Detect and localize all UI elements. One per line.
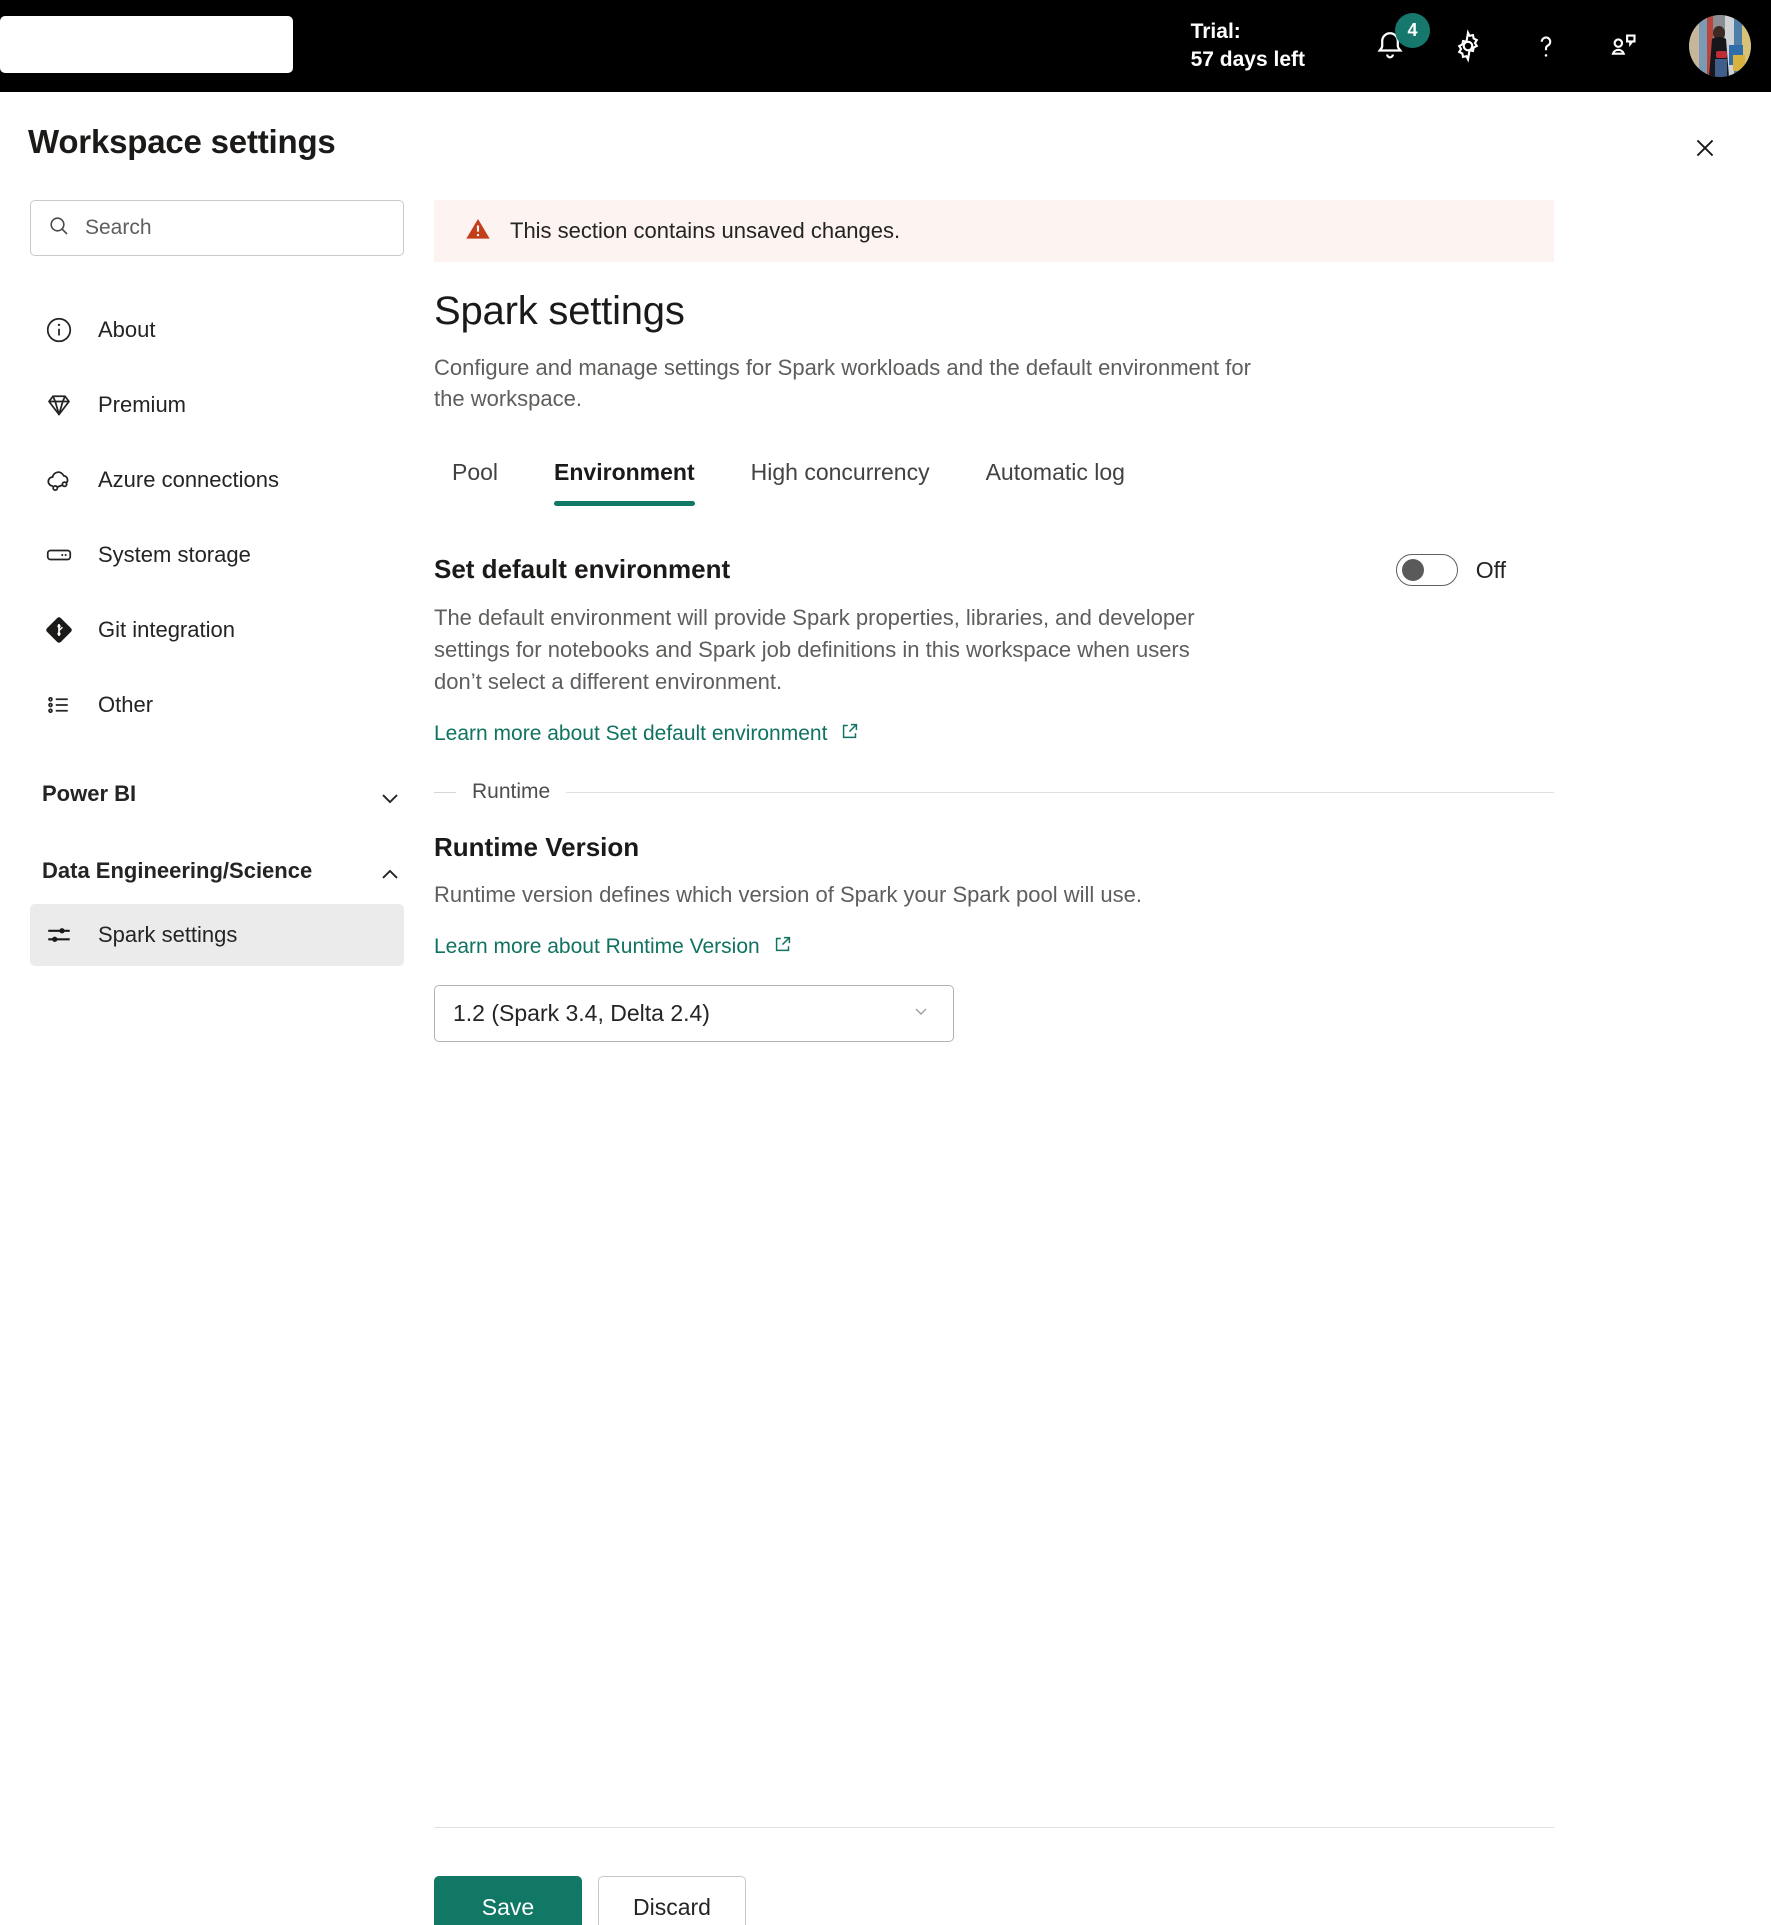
tab-pool[interactable]: Pool — [434, 459, 526, 506]
gear-icon — [1451, 29, 1485, 63]
default-environment-title: Set default environment — [434, 554, 731, 585]
trial-status: Trial: 57 days left — [1191, 18, 1305, 73]
sidebar-item-label: About — [98, 316, 156, 342]
chevron-up-icon — [376, 861, 404, 894]
sidebar-item-label: Premium — [98, 391, 187, 417]
default-environment-section: Set default environment Off — [434, 554, 1554, 587]
settings-body: About Premium Azure connections — [0, 170, 1771, 1925]
toggle-knob — [1401, 559, 1424, 582]
sidebar-item-git-integration[interactable]: Git integration — [0, 592, 434, 667]
runtime-version-selected-value: 1.2 (Spark 3.4, Delta 2.4) — [453, 1000, 710, 1027]
git-icon — [42, 613, 76, 647]
discard-button-label: Discard — [633, 1893, 711, 1920]
close-icon — [1692, 135, 1718, 166]
diamond-icon — [42, 388, 76, 422]
tab-label: Pool — [452, 459, 499, 486]
runtime-divider-label: Runtime — [472, 780, 551, 804]
unsaved-changes-alert: This section contains unsaved changes. — [434, 200, 1554, 262]
search-input[interactable] — [85, 216, 387, 240]
sidebar-group-label: Data Engineering/Science — [42, 858, 313, 883]
section-heading: Spark settings — [434, 289, 685, 333]
page-title: Workspace settings — [28, 123, 336, 160]
external-link-icon — [772, 933, 794, 961]
global-top-bar: Trial: 57 days left 4 — [0, 0, 1771, 92]
sidebar-item-system-storage[interactable]: System storage — [0, 517, 434, 592]
sidebar-item-spark-settings[interactable]: Spark settings — [30, 904, 404, 966]
sidebar-group-power-bi[interactable]: Power BI — [0, 778, 434, 817]
sidebar-item-about[interactable]: About — [0, 292, 434, 367]
cloud-link-icon — [42, 463, 76, 497]
top-bar-actions: Trial: 57 days left 4 — [1191, 0, 1751, 92]
search-icon — [47, 214, 71, 243]
divider-rule — [566, 791, 1554, 793]
learn-more-default-environment-link[interactable]: Learn more about Set default environment — [434, 720, 861, 748]
feedback-button[interactable] — [1585, 0, 1663, 92]
sidebar-group-label: Power BI — [42, 781, 137, 806]
tab-high-concurrency[interactable]: High concurrency — [723, 459, 958, 506]
alert-message: This section contains unsaved changes. — [510, 218, 901, 243]
footer-actions: Save Discard — [434, 1876, 746, 1925]
footer-divider — [434, 1827, 1554, 1828]
sliders-icon — [42, 918, 76, 952]
toggle-state-label: Off — [1475, 556, 1506, 583]
sidebar-item-other[interactable]: Other — [0, 667, 434, 742]
sidebar-item-premium[interactable]: Premium — [0, 367, 434, 442]
settings-content: This section contains unsaved changes. S… — [434, 170, 1771, 1925]
learn-more-runtime-version-link[interactable]: Learn more about Runtime Version — [434, 933, 794, 961]
tab-label: Environment — [554, 459, 695, 486]
sidebar-item-azure-connections[interactable]: Azure connections — [0, 442, 434, 517]
sidebar-search[interactable] — [30, 200, 404, 256]
avatar-image — [1689, 15, 1751, 77]
settings-tabs: Pool Environment High concurrency Automa… — [434, 459, 1554, 507]
sidebar-item-label: Git integration — [98, 616, 235, 642]
question-mark-icon — [1529, 29, 1563, 63]
sidebar-item-label: System storage — [98, 541, 251, 567]
sidebar-item-label: Azure connections — [98, 466, 279, 492]
list-icon — [42, 688, 76, 722]
sidebar-item-label: Spark settings — [98, 922, 238, 947]
link-label: Learn more about Set default environment — [434, 722, 828, 746]
trial-days-left: 57 days left — [1190, 48, 1305, 71]
trial-label: Trial: — [1190, 20, 1241, 44]
section-subtitle: Configure and manage settings for Spark … — [434, 355, 1251, 412]
default-environment-description: The default environment will provide Spa… — [434, 605, 1195, 695]
storage-icon — [42, 538, 76, 572]
notification-badge: 4 — [1395, 13, 1430, 48]
info-circle-icon — [42, 313, 76, 347]
runtime-version-select[interactable]: 1.2 (Spark 3.4, Delta 2.4) — [434, 985, 954, 1043]
link-label: Learn more about Runtime Version — [434, 935, 760, 959]
tab-environment[interactable]: Environment — [526, 459, 723, 507]
help-button[interactable] — [1507, 0, 1585, 92]
settings-button[interactable] — [1429, 0, 1507, 92]
default-environment-toggle-group: Off — [1395, 554, 1506, 587]
external-link-icon — [839, 720, 861, 748]
tab-label: Automatic log — [985, 459, 1125, 486]
feedback-icon — [1607, 29, 1641, 63]
settings-sidebar: About Premium Azure connections — [0, 170, 434, 1042]
warning-triangle-icon — [464, 215, 492, 248]
notifications-button[interactable]: 4 — [1351, 0, 1430, 92]
global-search-input[interactable] — [0, 16, 293, 73]
default-environment-toggle[interactable] — [1395, 554, 1458, 587]
divider-dash — [434, 791, 456, 793]
discard-button[interactable]: Discard — [598, 1876, 746, 1925]
tab-automatic-log[interactable]: Automatic log — [958, 459, 1153, 506]
chevron-down-icon — [909, 999, 933, 1029]
runtime-version-title: Runtime Version — [434, 832, 640, 863]
sidebar-group-data-engineering-science[interactable]: Data Engineering/Science — [0, 855, 434, 894]
save-button[interactable]: Save — [434, 1876, 582, 1925]
chevron-down-icon — [376, 784, 404, 817]
runtime-version-description: Runtime version defines which version of… — [434, 882, 1142, 908]
sidebar-nav: About Premium Azure connections System s… — [0, 292, 434, 742]
avatar[interactable] — [1689, 15, 1751, 77]
tab-label: High concurrency — [750, 459, 930, 486]
save-button-label: Save — [481, 1893, 535, 1920]
sidebar-item-label: Other — [98, 691, 154, 717]
runtime-divider: Runtime — [434, 780, 1554, 804]
close-panel-button[interactable] — [1683, 128, 1727, 172]
panel-header: Workspace settings — [0, 92, 1771, 170]
